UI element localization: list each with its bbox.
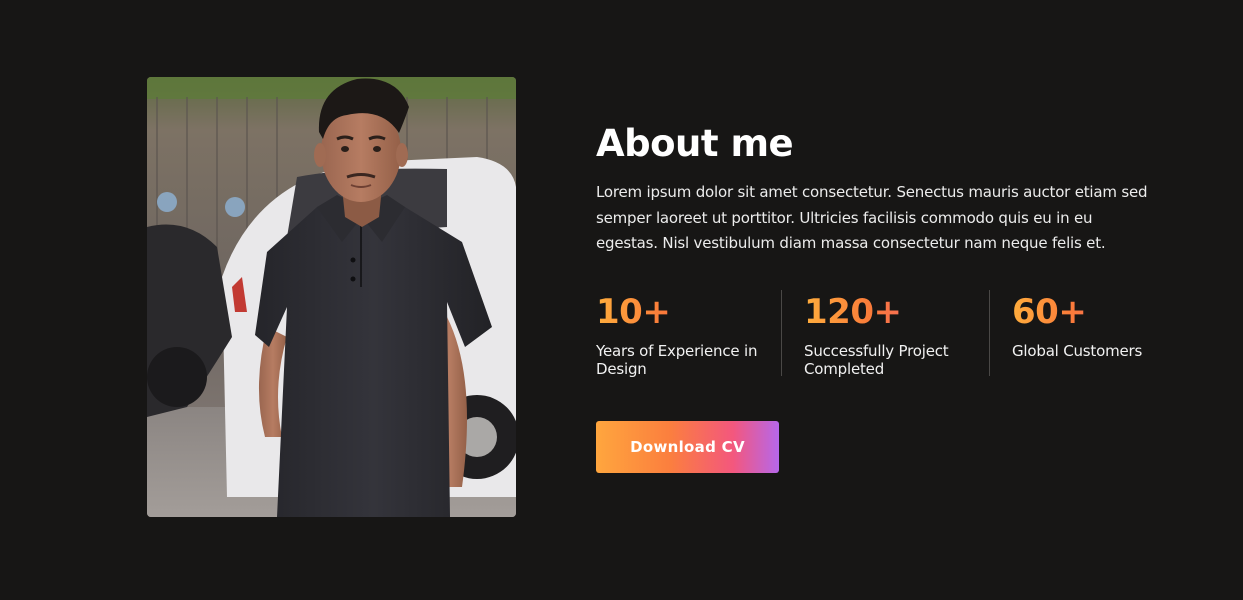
download-cv-button[interactable]: Download CV	[596, 421, 779, 473]
stat-experience: 10+ Years of Experience in Design	[596, 290, 766, 378]
stat-value: 10+	[596, 292, 766, 332]
stat-divider	[989, 290, 990, 376]
stat-label: Years of Experience in Design	[596, 342, 758, 378]
about-section: About me Lorem ipsum dolor sit amet cons…	[596, 120, 1156, 473]
stat-value: 120+	[804, 292, 974, 332]
stats-row: 10+ Years of Experience in Design 120+ S…	[596, 290, 1156, 378]
about-description: Lorem ipsum dolor sit amet consectetur. …	[596, 183, 1148, 252]
profile-photo-illustration	[147, 77, 516, 517]
stat-label: Successfully Project Completed	[804, 342, 949, 378]
stat-divider	[781, 290, 782, 376]
stat-projects: 120+ Successfully Project Completed	[804, 290, 974, 378]
stat-value: 60+	[1012, 292, 1162, 332]
stat-customers: 60+ Global Customers	[1012, 290, 1162, 376]
stat-label: Global Customers	[1012, 342, 1143, 360]
profile-photo	[147, 77, 516, 517]
about-title: About me	[596, 122, 794, 165]
